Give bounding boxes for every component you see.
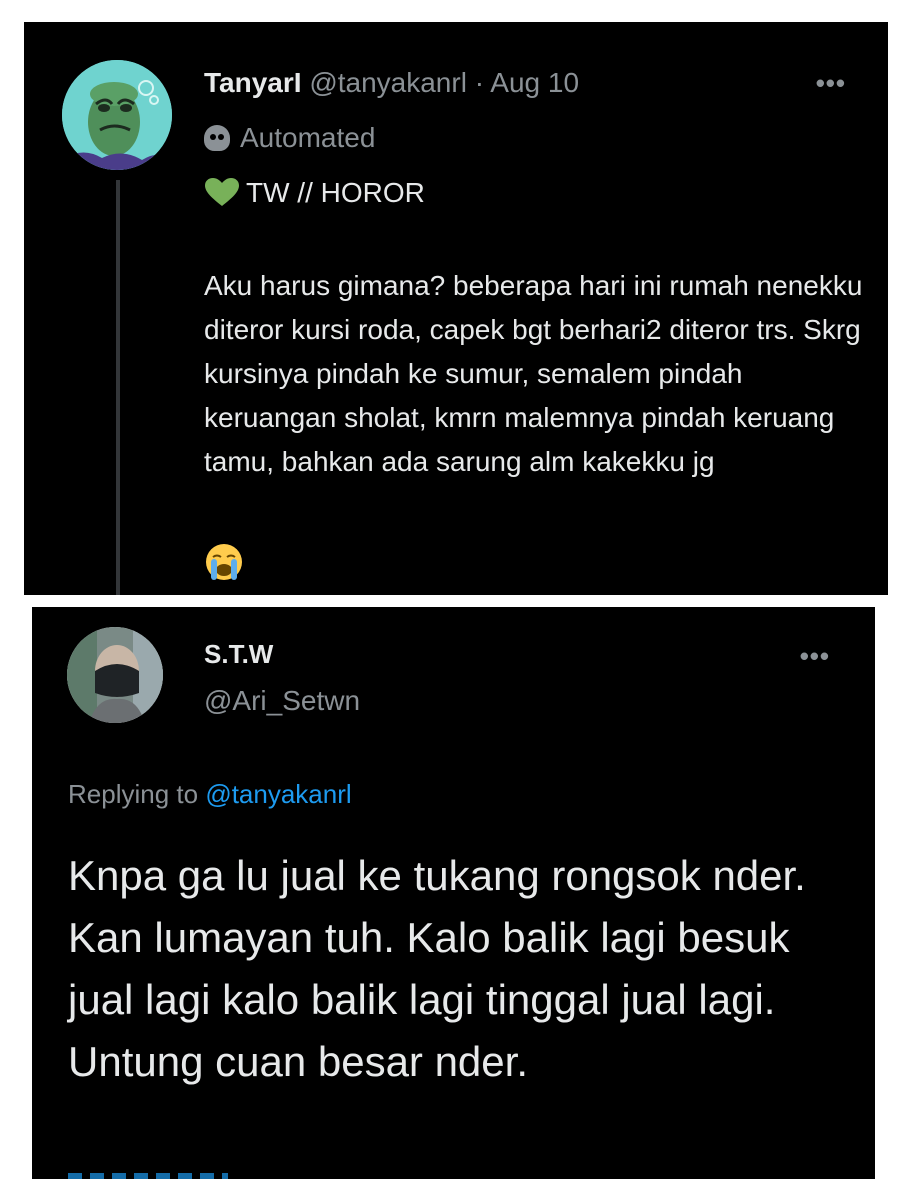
automated-label: Automated — [204, 122, 375, 154]
tweet-card-original: TanyarI @tanyakanrl · Aug 10 ••• Automat… — [24, 22, 888, 595]
replying-prefix: Replying to — [68, 779, 199, 809]
bot-icon — [204, 125, 230, 151]
avatar-image — [62, 60, 172, 170]
avatar-image — [67, 627, 163, 723]
display-name[interactable]: S.T.W — [204, 639, 273, 670]
more-horizontal-icon[interactable]: ••• — [800, 641, 830, 672]
separator: · — [474, 67, 485, 98]
automated-text: Automated — [240, 122, 376, 153]
loudly-crying-face-icon — [206, 544, 242, 580]
replying-to-line: Replying to @tanyakanrl — [68, 779, 352, 810]
cut-off-link — [68, 1173, 228, 1179]
handle[interactable]: @tanyakanrl — [309, 67, 467, 98]
avatar[interactable] — [62, 60, 172, 170]
tweet-body: Knpa ga lu jual ke tukang rongsok nder. … — [68, 852, 806, 1085]
display-name[interactable]: TanyarI — [204, 67, 302, 98]
more-horizontal-icon[interactable]: ••• — [816, 68, 846, 99]
trigger-warning-text: TW // HOROR — [246, 177, 425, 208]
handle[interactable]: @Ari_Setwn — [204, 685, 360, 717]
trigger-warning-line: TW // HOROR — [204, 177, 425, 209]
tweet-date[interactable]: Aug 10 — [490, 67, 579, 98]
tweet-body: Aku harus gimana? beberapa hari ini ruma… — [204, 270, 863, 477]
replying-to-mention[interactable]: @tanyakanrl — [205, 779, 351, 809]
green-heart-icon — [205, 178, 239, 206]
tweet-card-reply: S.T.W @Ari_Setwn ••• Replying to @tanyak… — [32, 607, 875, 1179]
thread-connector-line — [116, 180, 120, 595]
tweet-header: TanyarI @tanyakanrl · Aug 10 — [204, 67, 579, 99]
avatar[interactable] — [67, 627, 163, 723]
